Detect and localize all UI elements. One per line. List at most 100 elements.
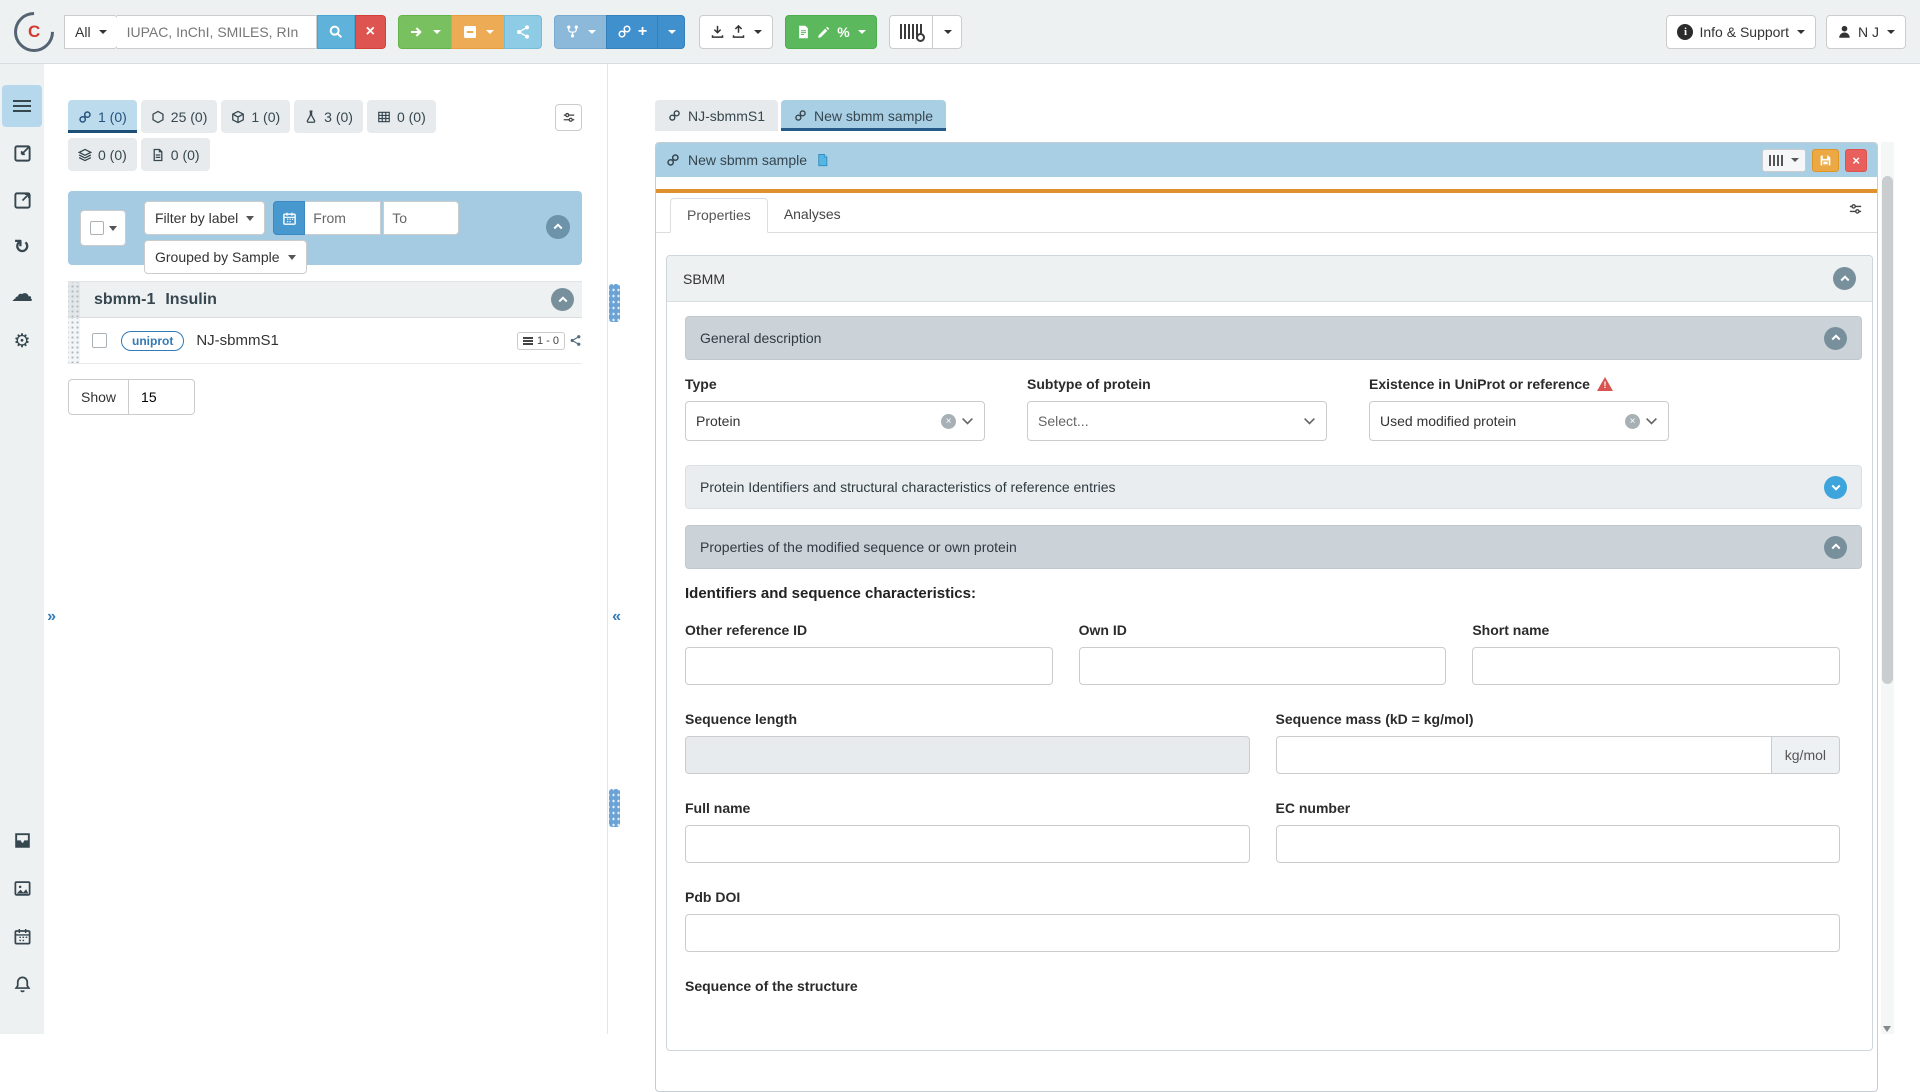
- element-tab-sample[interactable]: 25 (0): [141, 100, 218, 133]
- field-sequence-length: Sequence length: [685, 711, 1250, 774]
- element-tab-research-plan[interactable]: 0 (0): [68, 138, 137, 171]
- user-menu-dropdown[interactable]: N J: [1826, 15, 1906, 49]
- sbmm-panel-header[interactable]: SBMM: [667, 256, 1872, 302]
- sidebar-item-gallery[interactable]: [2, 864, 42, 912]
- clear-icon[interactable]: ×: [941, 414, 956, 429]
- group-by-dropdown[interactable]: Grouped by Sample: [144, 240, 307, 274]
- sidebar-item-calendar[interactable]: [2, 912, 42, 960]
- export-action-group: [398, 15, 542, 49]
- date-to-input[interactable]: [383, 201, 459, 235]
- sidebar-item-edit-collections[interactable]: [2, 132, 42, 174]
- other-reference-id-input[interactable]: [685, 647, 1053, 685]
- save-button[interactable]: [1812, 149, 1839, 172]
- section-expand-button[interactable]: [1824, 476, 1847, 499]
- minus-square-icon: [462, 24, 478, 40]
- sequence-mass-input[interactable]: [1276, 736, 1772, 774]
- group-collapse-button[interactable]: [551, 288, 574, 311]
- element-tab-reaction[interactable]: 1 (0): [221, 100, 290, 133]
- share-icon[interactable]: [569, 334, 582, 347]
- sample-list-item[interactable]: uniprot NJ-sbmmS1 1 - 0: [68, 318, 582, 364]
- barcode-scan-button[interactable]: [889, 15, 933, 49]
- pdb-doi-input[interactable]: [685, 914, 1840, 952]
- section-modified-properties[interactable]: Properties of the modified sequence or o…: [685, 525, 1862, 569]
- split-gutter[interactable]: [607, 64, 621, 1034]
- scrollbar-down-arrow[interactable]: [1883, 1026, 1891, 1032]
- uniprot-badge[interactable]: uniprot: [121, 331, 184, 351]
- page-size-control: Show: [68, 379, 195, 415]
- panel-collapse-chevron[interactable]: «: [612, 608, 621, 626]
- drag-handle[interactable]: [68, 318, 80, 363]
- move-to-collection-button[interactable]: [398, 15, 452, 49]
- add-connection-dropdown-toggle[interactable]: [657, 15, 685, 49]
- search-scope-dropdown[interactable]: All: [64, 15, 118, 49]
- search-input[interactable]: [117, 15, 317, 49]
- sidebar-item-settings[interactable]: ⚙: [2, 320, 42, 362]
- clear-icon[interactable]: ×: [1625, 414, 1640, 429]
- date-filter-button[interactable]: [273, 201, 305, 235]
- section-protein-identifiers[interactable]: Protein Identifiers and structural chara…: [685, 465, 1862, 509]
- barcode-dropdown-toggle[interactable]: [932, 15, 962, 49]
- sidebar-expand-chevron[interactable]: »: [47, 608, 56, 626]
- report-dropdown-button[interactable]: %: [785, 15, 876, 49]
- page-size-input[interactable]: [129, 379, 195, 415]
- sample-group-header[interactable]: sbmm-1 Insulin: [68, 281, 582, 318]
- existence-select[interactable]: Used modified protein ×: [1369, 401, 1669, 441]
- detail-workspace: NJ-sbmmS1 New sbmm sample New sbmm sampl…: [621, 64, 1920, 1034]
- scrollbar-thumb[interactable]: [1882, 176, 1893, 684]
- sidebar-item-cloud[interactable]: ☁: [2, 273, 42, 315]
- refresh-icon: ↻: [14, 238, 30, 257]
- vertical-scrollbar[interactable]: [1881, 142, 1894, 1034]
- tab-settings-button[interactable]: [1848, 202, 1863, 217]
- sidebar-item-inbox[interactable]: [2, 816, 42, 864]
- tab-properties[interactable]: Properties: [670, 198, 768, 233]
- app-logo[interactable]: C: [6, 3, 63, 60]
- splitter-grip-top[interactable]: [609, 284, 620, 322]
- element-tab-document[interactable]: 0 (0): [141, 138, 210, 171]
- drag-handle[interactable]: [68, 282, 80, 317]
- sidebar-item-notifications[interactable]: [2, 960, 42, 1008]
- ec-number-input[interactable]: [1276, 825, 1841, 863]
- select-all-checkbox[interactable]: [90, 221, 104, 235]
- section-collapse-button[interactable]: [1824, 536, 1847, 559]
- info-support-dropdown[interactable]: i Info & Support: [1666, 15, 1816, 49]
- sidebar-item-external-link[interactable]: [2, 179, 42, 221]
- sidebar-item-collections[interactable]: [2, 85, 42, 127]
- filter-by-label-dropdown[interactable]: Filter by label: [144, 201, 265, 235]
- close-detail-button[interactable]: ×: [1845, 149, 1867, 172]
- list-icon: [13, 100, 31, 102]
- detail-barcode-dropdown[interactable]: [1762, 149, 1806, 172]
- tab-layout-settings-button[interactable]: [555, 104, 582, 131]
- splitter-grip-bottom[interactable]: [609, 789, 620, 827]
- tab-analyses[interactable]: Analyses: [768, 198, 857, 233]
- element-tab-wellplate[interactable]: 3 (0): [294, 100, 363, 133]
- clear-search-button[interactable]: ×: [355, 15, 386, 49]
- filter-collapse-button[interactable]: [546, 215, 570, 239]
- detail-header: New sbmm sample ×: [656, 143, 1877, 177]
- analyses-counter-dropdown[interactable]: 1 - 0: [517, 332, 565, 350]
- tab-nj-sbmms1[interactable]: NJ-sbmmS1: [655, 100, 778, 131]
- remove-from-collection-button[interactable]: [451, 15, 505, 49]
- short-name-input[interactable]: [1472, 647, 1840, 685]
- element-tab-screen[interactable]: 0 (0): [367, 100, 436, 133]
- branch-dropdown-button[interactable]: [554, 15, 607, 49]
- search-button[interactable]: [317, 15, 355, 49]
- element-tab-sbmm[interactable]: 1 (0): [68, 100, 137, 133]
- existence-label: Existence in UniProt or reference !: [1369, 376, 1669, 392]
- share-button[interactable]: [504, 15, 542, 49]
- own-id-input[interactable]: [1079, 647, 1447, 685]
- sample-name[interactable]: NJ-sbmmS1: [196, 332, 279, 349]
- import-export-dropdown-button[interactable]: [699, 15, 773, 49]
- section-general-description[interactable]: General description: [685, 316, 1862, 360]
- full-name-input[interactable]: [685, 825, 1250, 863]
- sample-checkbox[interactable]: [92, 333, 107, 348]
- sbmm-collapse-button[interactable]: [1833, 267, 1856, 290]
- subtype-select[interactable]: Select...: [1027, 401, 1327, 441]
- sidebar-item-sync[interactable]: ↻: [2, 226, 42, 268]
- open-element-tabs: NJ-sbmmS1 New sbmm sample: [655, 100, 1920, 131]
- select-all-split-button[interactable]: [80, 210, 126, 246]
- tab-new-sbmm-sample[interactable]: New sbmm sample: [781, 100, 946, 131]
- add-connection-button[interactable]: +: [606, 15, 658, 49]
- date-from-input[interactable]: [305, 201, 381, 235]
- type-select[interactable]: Protein ×: [685, 401, 985, 441]
- section-collapse-button[interactable]: [1824, 327, 1847, 350]
